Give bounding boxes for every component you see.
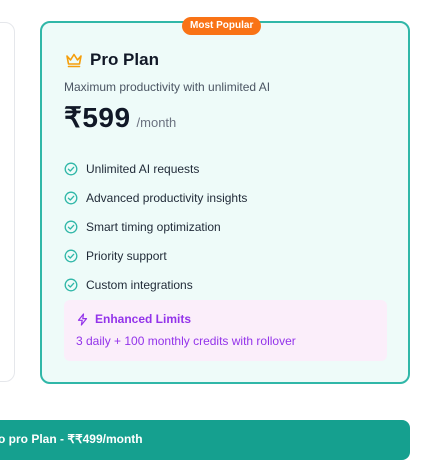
feature-item: Smart timing optimization bbox=[64, 212, 247, 241]
limits-description: 3 daily + 100 monthly credits with rollo… bbox=[76, 334, 296, 348]
limits-title: Enhanced Limits bbox=[95, 312, 192, 326]
feature-label: Custom integrations bbox=[86, 277, 193, 292]
pro-plan-card[interactable]: Most Popular Pro Plan Maximum productivi… bbox=[40, 17, 410, 384]
price-period: /month bbox=[136, 115, 177, 130]
feature-label: Smart timing optimization bbox=[86, 219, 221, 234]
feature-item: Custom integrations bbox=[64, 270, 247, 299]
plan-price: ₹599 bbox=[64, 102, 131, 133]
feature-item: Advanced productivity insights bbox=[64, 183, 247, 212]
feature-item: Unlimited AI requests bbox=[64, 154, 247, 183]
check-circle-icon bbox=[64, 220, 78, 233]
check-circle-icon bbox=[64, 249, 78, 262]
crown-icon bbox=[66, 53, 82, 68]
check-circle-icon bbox=[64, 278, 78, 291]
feature-label: Priority support bbox=[86, 248, 167, 263]
feature-item: Priority support bbox=[64, 241, 247, 270]
check-circle-icon bbox=[64, 162, 78, 175]
feature-label: Unlimited AI requests bbox=[86, 161, 200, 176]
enhanced-limits-box: Enhanced Limits 3 daily + 100 monthly cr… bbox=[64, 300, 387, 361]
plan-subtitle: Maximum productivity with unlimited AI bbox=[64, 80, 271, 94]
zap-icon bbox=[77, 312, 88, 326]
plan-name: Pro Plan bbox=[90, 50, 159, 69]
upgrade-button-label: o pro Plan - ₹₹499/month bbox=[0, 432, 143, 446]
price-row: ₹599 /month bbox=[64, 101, 176, 134]
free-plan-card-edge bbox=[0, 22, 15, 382]
upgrade-button[interactable]: o pro Plan - ₹₹499/month bbox=[0, 420, 410, 460]
check-circle-icon bbox=[64, 191, 78, 204]
most-popular-badge: Most Popular bbox=[182, 17, 262, 35]
feature-list: Unlimited AI requests Advanced productiv… bbox=[64, 154, 247, 299]
limits-title-row: Enhanced Limits bbox=[76, 312, 387, 326]
plan-header: Pro Plan bbox=[65, 50, 159, 70]
feature-label: Advanced productivity insights bbox=[86, 190, 248, 205]
